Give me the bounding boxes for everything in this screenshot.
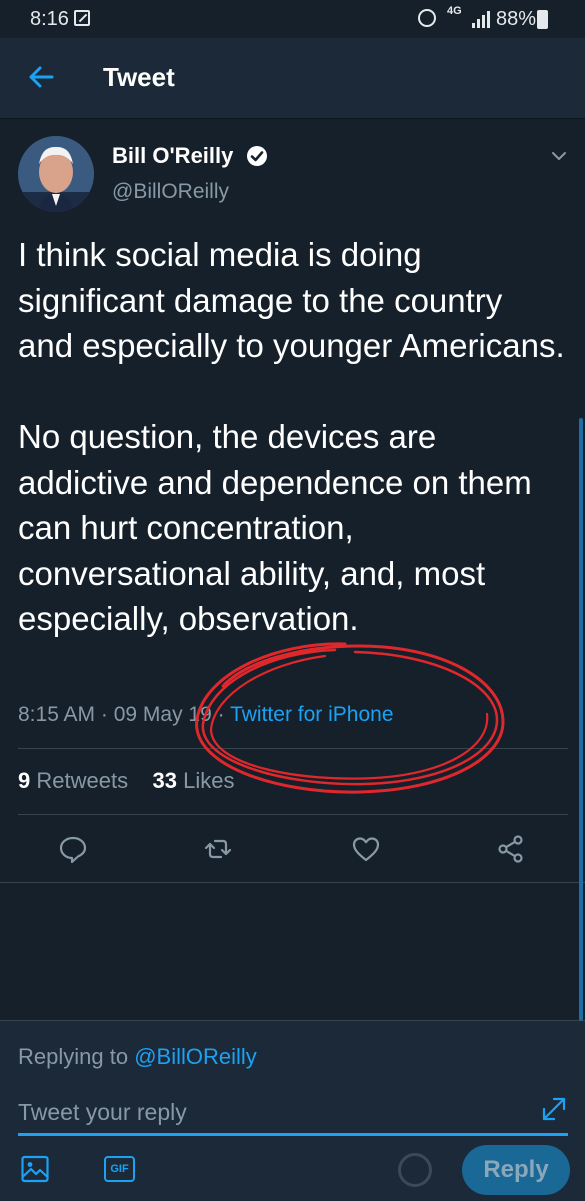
battery-percent: 88% xyxy=(496,8,537,30)
divider xyxy=(18,814,568,815)
divider xyxy=(18,748,568,749)
replying-handle-link[interactable]: @BillOReilly xyxy=(134,1044,257,1069)
reply-input[interactable] xyxy=(18,1093,568,1131)
alarm-icon xyxy=(418,9,436,27)
verified-badge-icon xyxy=(247,146,267,166)
tweet-date: 09 May 19 xyxy=(113,703,212,726)
app-bar: Tweet xyxy=(0,38,585,119)
status-time: 8:16 xyxy=(30,8,69,30)
retweet-icon[interactable] xyxy=(203,834,233,864)
reply-button[interactable]: Reply xyxy=(462,1145,570,1195)
like-count: 33 xyxy=(152,768,178,793)
tweet-time: 8:15 AM xyxy=(18,703,96,726)
image-icon[interactable] xyxy=(20,1154,50,1184)
status-bar: 8:16 4G 88% xyxy=(0,0,585,38)
chevron-down-icon[interactable] xyxy=(551,150,567,162)
page-title: Tweet xyxy=(103,62,175,92)
character-counter xyxy=(398,1153,432,1187)
reply-composer: Replying to @BillOReilly GIF Reply xyxy=(0,1020,585,1201)
tweet-source-link[interactable]: Twitter for iPhone xyxy=(230,703,393,726)
arrow-left-icon[interactable] xyxy=(26,62,56,92)
likes-count-link[interactable]: 33 Likes xyxy=(153,768,235,793)
engagement-counts: 9 Retweets 33 Likes xyxy=(18,768,235,794)
avatar[interactable] xyxy=(18,136,94,212)
expand-icon[interactable] xyxy=(540,1095,568,1123)
retweet-count: 9 xyxy=(18,768,31,793)
divider xyxy=(0,882,585,883)
notification-icon xyxy=(74,10,90,26)
replying-to: Replying to @BillOReilly xyxy=(18,1044,257,1070)
author-name[interactable]: Bill O'Reilly xyxy=(112,143,233,169)
meta-separator: · xyxy=(211,703,231,726)
author-handle[interactable]: @BillOReilly xyxy=(112,180,229,204)
tweet-paragraph-2: No question, the devices are addictive a… xyxy=(18,418,532,637)
tweet-meta: 8:15 AM · 09 May 19 · Twitter for iPhone xyxy=(18,703,394,727)
battery-icon xyxy=(537,10,548,29)
retweets-count-link[interactable]: 9 Retweets xyxy=(18,768,128,793)
meta-separator: · xyxy=(95,703,114,726)
retweet-label: Retweets xyxy=(36,768,129,793)
network-type: 4G xyxy=(447,5,462,17)
signal-icon xyxy=(472,10,492,28)
replying-label: Replying to xyxy=(18,1044,129,1069)
like-label: Likes xyxy=(183,768,235,793)
tweet-paragraph-1: I think social media is doing significan… xyxy=(18,236,565,364)
scrollbar[interactable] xyxy=(579,418,583,1021)
share-icon[interactable] xyxy=(496,834,526,864)
tweet-text: I think social media is doing significan… xyxy=(18,232,566,642)
input-underline xyxy=(18,1133,568,1136)
like-icon[interactable] xyxy=(351,834,381,864)
gif-button[interactable]: GIF xyxy=(104,1156,135,1182)
comment-icon[interactable] xyxy=(58,834,88,864)
